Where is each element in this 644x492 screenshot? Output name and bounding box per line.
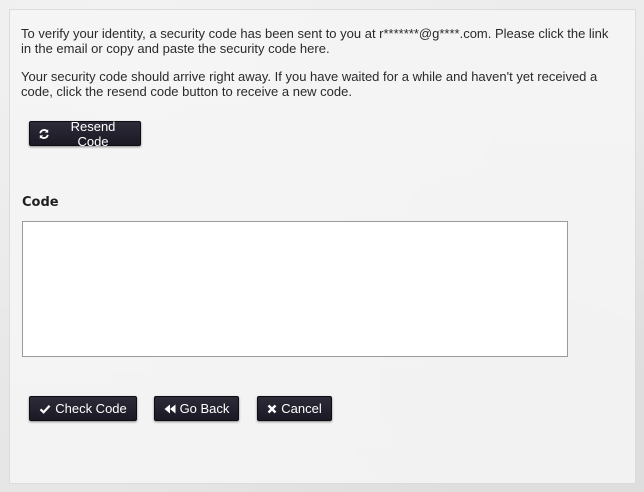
refresh-icon <box>38 128 50 140</box>
check-code-label: Check Code <box>55 401 127 416</box>
double-left-icon <box>164 403 176 415</box>
cancel-button[interactable]: Cancel <box>257 396 332 421</box>
cancel-label: Cancel <box>281 401 322 416</box>
resend-code-button[interactable]: Resend Code <box>29 118 141 149</box>
go-back-label: Go Back <box>179 401 230 416</box>
go-back-button[interactable]: Go Back <box>154 396 239 421</box>
code-sent-message: To verify your identity, a security code… <box>21 26 609 56</box>
check-code-button[interactable]: Check Code <box>29 396 137 421</box>
resend-code-label: Resend Code <box>70 118 116 149</box>
code-field-label: Code <box>22 195 59 210</box>
resend-instructions-message: Your security code should arrive right a… <box>21 69 598 99</box>
close-icon <box>267 404 277 414</box>
security-code-input[interactable] <box>22 221 568 357</box>
checkmark-icon <box>39 403 51 415</box>
